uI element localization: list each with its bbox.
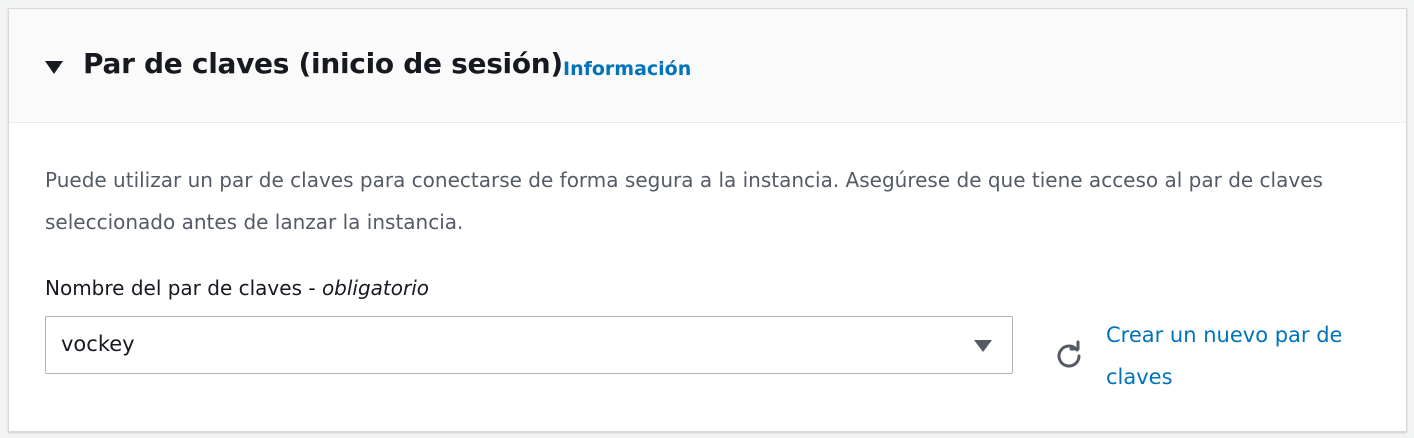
- refresh-button[interactable]: [1053, 339, 1085, 371]
- section-title[interactable]: Par de claves (inicio de sesión): [83, 47, 563, 80]
- keypair-field-label: Nombre del par de claves - obligatorio: [45, 276, 429, 300]
- create-keypair-link[interactable]: Crear un nuevo par de claves: [1106, 314, 1396, 398]
- expand-caret-icon[interactable]: [45, 61, 63, 74]
- keypair-label-required: obligatorio: [321, 276, 430, 300]
- refresh-icon: [1057, 340, 1081, 368]
- info-link[interactable]: Información: [563, 58, 691, 80]
- keypair-label-text: Nombre del par de claves -: [45, 276, 322, 300]
- dropdown-caret-icon: [974, 340, 992, 352]
- keypair-select-value: vockey: [61, 332, 135, 356]
- key-pair-panel: Par de claves (inicio de sesión) Informa…: [8, 8, 1407, 432]
- section-description: Puede utilizar un par de claves para con…: [45, 168, 1323, 234]
- keypair-select[interactable]: vockey: [45, 316, 1013, 374]
- panel-header: Par de claves (inicio de sesión) Informa…: [9, 9, 1406, 123]
